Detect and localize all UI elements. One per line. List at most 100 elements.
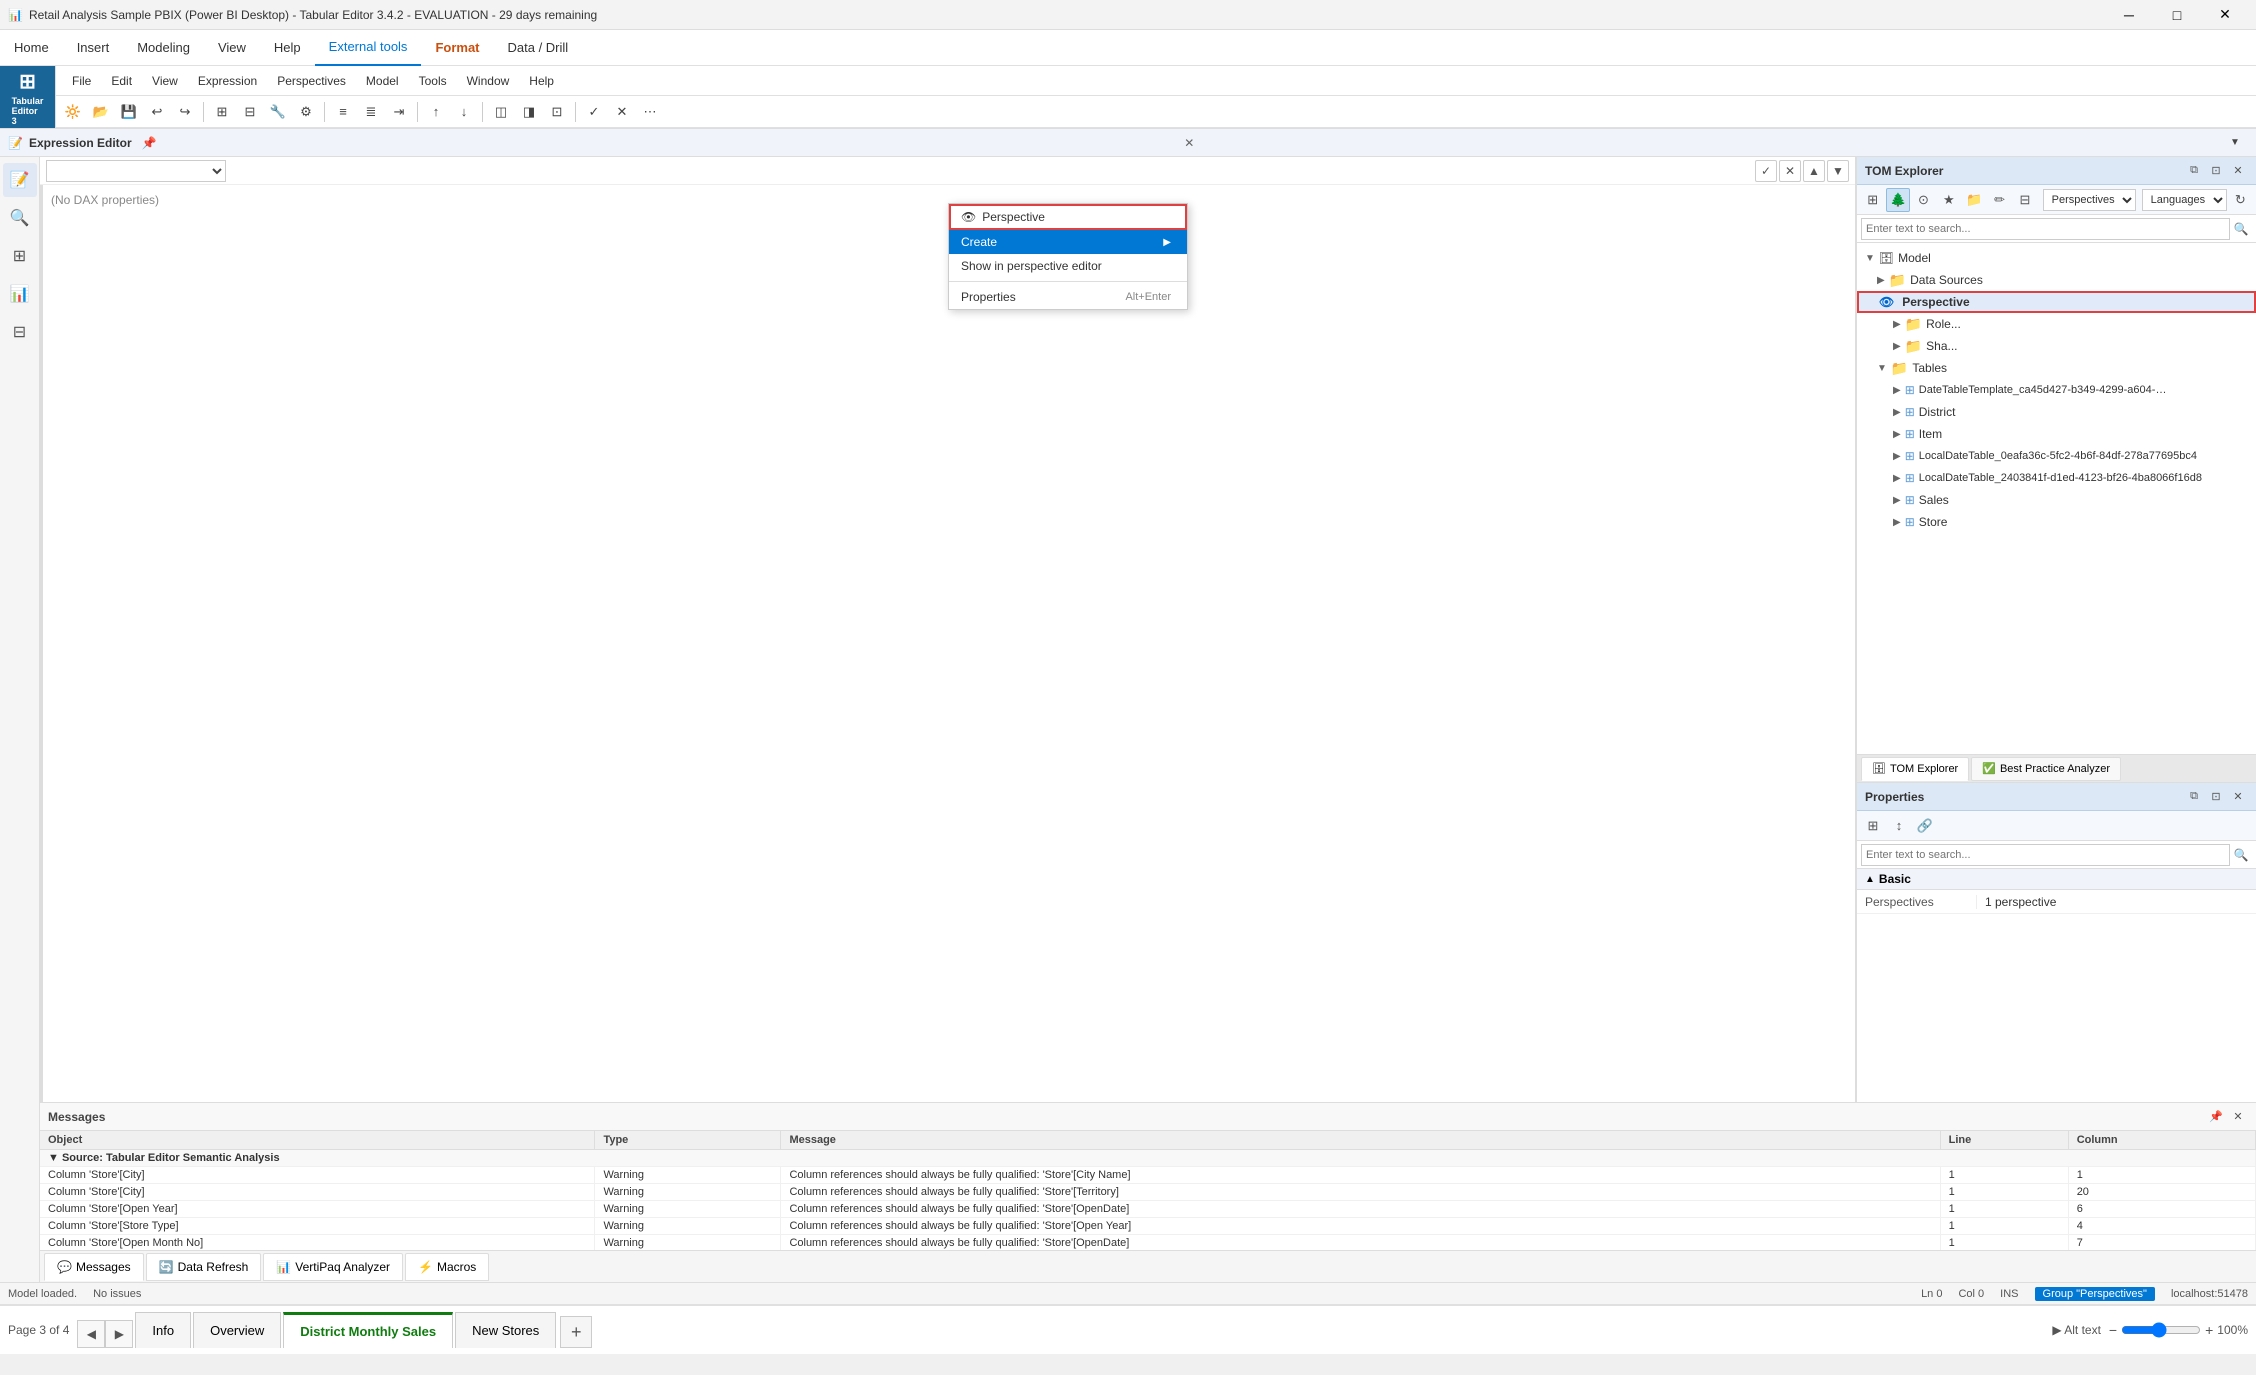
pbi-tab-new-stores[interactable]: New Stores <box>455 1312 556 1348</box>
tabular-menu-help[interactable]: Help <box>519 66 564 96</box>
tb-indent[interactable]: ⇥ <box>386 99 412 125</box>
menu-help[interactable]: Help <box>260 30 315 66</box>
tb-refresh1[interactable]: ↩ <box>144 99 170 125</box>
tabular-menu-file[interactable]: File <box>62 66 101 96</box>
props-float-btn[interactable]: ⊡ <box>2206 787 2226 807</box>
tom-icon-diagram[interactable]: ⊙ <box>1912 188 1935 212</box>
tom-perspectives-dropdown[interactable]: Perspectives <box>2043 189 2136 211</box>
ctx-item-properties[interactable]: Properties Alt+Enter <box>949 285 1187 309</box>
tb-grid[interactable]: ⊞ <box>209 99 235 125</box>
tree-perspectives[interactable]: 👁 Perspective <box>1857 291 2256 313</box>
tabular-menu-edit[interactable]: Edit <box>101 66 142 96</box>
tree-roles[interactable]: ▶ 📁 Role... <box>1857 313 2256 335</box>
tb-align-right[interactable]: ≣ <box>358 99 384 125</box>
bottom-tab-messages[interactable]: 💬 Messages <box>44 1253 144 1281</box>
menu-insert[interactable]: Insert <box>63 30 124 66</box>
tom-icon-pencil[interactable]: ✏ <box>1988 188 2011 212</box>
props-section-basic[interactable]: ▲ Basic <box>1857 869 2256 890</box>
ctx-item-create[interactable]: Create ▶ <box>949 230 1187 254</box>
props-icon-grid[interactable]: ⊞ <box>1861 814 1885 838</box>
props-search-input[interactable] <box>1861 844 2230 866</box>
sidebar-expression-editor[interactable]: 📝 <box>3 163 37 197</box>
bottom-tab-macros[interactable]: ⚡ Macros <box>405 1253 489 1281</box>
tb-layout1[interactable]: ◫ <box>488 99 514 125</box>
props-search-icon[interactable]: 🔍 <box>2230 844 2252 866</box>
pbi-tab-overview[interactable]: Overview <box>193 1312 281 1348</box>
tree-table-item[interactable]: ▶ ⊞ Item <box>1857 423 2256 445</box>
messages-close-btn[interactable]: ✕ <box>2228 1107 2248 1127</box>
tabular-menu-model[interactable]: Model <box>356 66 409 96</box>
menu-modeling[interactable]: Modeling <box>123 30 204 66</box>
tree-table-sales[interactable]: ▶ ⊞ Sales <box>1857 489 2256 511</box>
menu-external-tools[interactable]: External tools <box>315 30 422 66</box>
expr-nav-up[interactable]: ▲ <box>1803 160 1825 182</box>
expr-cancel-btn[interactable]: ✕ <box>1779 160 1801 182</box>
tom-languages-dropdown[interactable]: Languages <box>2142 189 2227 211</box>
expr-nav-down[interactable]: ▼ <box>1827 160 1849 182</box>
expr-check-btn[interactable]: ✓ <box>1755 160 1777 182</box>
ctx-item-show-editor[interactable]: Show in perspective editor <box>949 254 1187 278</box>
props-icon-sort[interactable]: ↕ <box>1887 814 1911 838</box>
tb-table[interactable]: ⊟ <box>237 99 263 125</box>
menu-view[interactable]: View <box>204 30 260 66</box>
tabular-menu-tools[interactable]: Tools <box>409 66 457 96</box>
tom-tab-explorer[interactable]: 🗄 TOM Explorer <box>1861 757 1969 781</box>
tree-table-localdatetable2[interactable]: ▶ ⊞ LocalDateTable_2403841f-d1ed-4123-bf… <box>1857 467 2256 489</box>
messages-pin-btn[interactable]: 📌 <box>2206 1107 2226 1127</box>
expr-pin-btn[interactable]: 📌 <box>142 136 157 150</box>
menu-data-drill[interactable]: Data / Drill <box>494 30 583 66</box>
tom-float-btn[interactable]: ⊡ <box>2206 161 2226 181</box>
props-icon-link[interactable]: 🔗 <box>1913 814 1937 838</box>
menu-format[interactable]: Format <box>421 30 493 66</box>
props-close-btn[interactable]: ✕ <box>2228 787 2248 807</box>
tom-search-icon[interactable]: 🔍 <box>2230 218 2252 240</box>
zoom-plus-btn[interactable]: + <box>2205 1322 2213 1338</box>
tree-tables[interactable]: ▼ 📁 Tables <box>1857 357 2256 379</box>
tree-table-datetable[interactable]: ▶ ⊞ DateTableTemplate_ca45d427-b349-4299… <box>1857 379 2256 401</box>
tabular-menu-window[interactable]: Window <box>457 66 520 96</box>
alt-text-btn[interactable]: ▶ Alt text <box>2052 1323 2101 1337</box>
pbi-tab-info[interactable]: Info <box>135 1312 191 1348</box>
pbi-nav-prev[interactable]: ◀ <box>77 1320 105 1348</box>
tom-tab-bpa[interactable]: ✅ Best Practice Analyzer <box>1971 757 2121 781</box>
sidebar-chart[interactable]: 📊 <box>3 277 37 311</box>
pbi-tab-district-monthly-sales[interactable]: District Monthly Sales <box>283 1312 453 1348</box>
menu-home[interactable]: Home <box>0 30 63 66</box>
ctx-trigger[interactable]: 👁 Perspective <box>949 204 1187 230</box>
tree-model[interactable]: ▼ 🗄 Model <box>1857 247 2256 269</box>
tree-table-localdatetable1[interactable]: ▶ ⊞ LocalDateTable_0eafa36c-5fc2-4b6f-84… <box>1857 445 2256 467</box>
expr-collapse[interactable]: ▼ <box>2222 130 2248 156</box>
tree-table-store[interactable]: ▶ ⊞ Store <box>1857 511 2256 533</box>
tom-icon-star[interactable]: ★ <box>1937 188 1960 212</box>
zoom-minus-btn[interactable]: − <box>2109 1322 2117 1338</box>
sidebar-grid[interactable]: ⊞ <box>3 239 37 273</box>
close-button[interactable]: ✕ <box>2202 0 2248 30</box>
tom-close-btn[interactable]: ✕ <box>2228 161 2248 181</box>
tabular-menu-perspectives[interactable]: Perspectives <box>267 66 356 96</box>
tb-arrow-up[interactable]: ↑ <box>423 99 449 125</box>
tb-layout3[interactable]: ⊡ <box>544 99 570 125</box>
minimize-button[interactable]: ─ <box>2106 0 2152 30</box>
tb-settings[interactable]: ⚙ <box>293 99 319 125</box>
tree-table-district[interactable]: ▶ ⊞ District <box>1857 401 2256 423</box>
tom-icon-grid[interactable]: ⊞ <box>1861 188 1884 212</box>
tom-search-input[interactable] <box>1861 218 2230 240</box>
tom-icon-columns[interactable]: ⊟ <box>2013 188 2036 212</box>
tb-save[interactable]: 💾 <box>116 99 142 125</box>
tom-icon-refresh[interactable]: ↻ <box>2229 188 2252 212</box>
tb-more[interactable]: ⋯ <box>637 99 663 125</box>
tb-open[interactable]: 📂 <box>88 99 114 125</box>
tb-new[interactable]: 🔆 <box>60 99 86 125</box>
tabular-menu-view[interactable]: View <box>142 66 188 96</box>
sidebar-search[interactable]: 🔍 <box>3 201 37 235</box>
tb-align-left[interactable]: ≡ <box>330 99 356 125</box>
tb-refresh2[interactable]: ↪ <box>172 99 198 125</box>
bottom-tab-vertipaq[interactable]: 📊 VertiPaq Analyzer <box>263 1253 403 1281</box>
tb-check[interactable]: ✓ <box>581 99 607 125</box>
maximize-button[interactable]: □ <box>2154 0 2200 30</box>
tom-icon-folder[interactable]: 📁 <box>1963 188 1986 212</box>
zoom-slider[interactable] <box>2121 1322 2201 1338</box>
sidebar-table[interactable]: ⊟ <box>3 315 37 349</box>
tb-deploy[interactable]: 🔧 <box>265 99 291 125</box>
tom-icon-tree[interactable]: 🌲 <box>1886 188 1909 212</box>
